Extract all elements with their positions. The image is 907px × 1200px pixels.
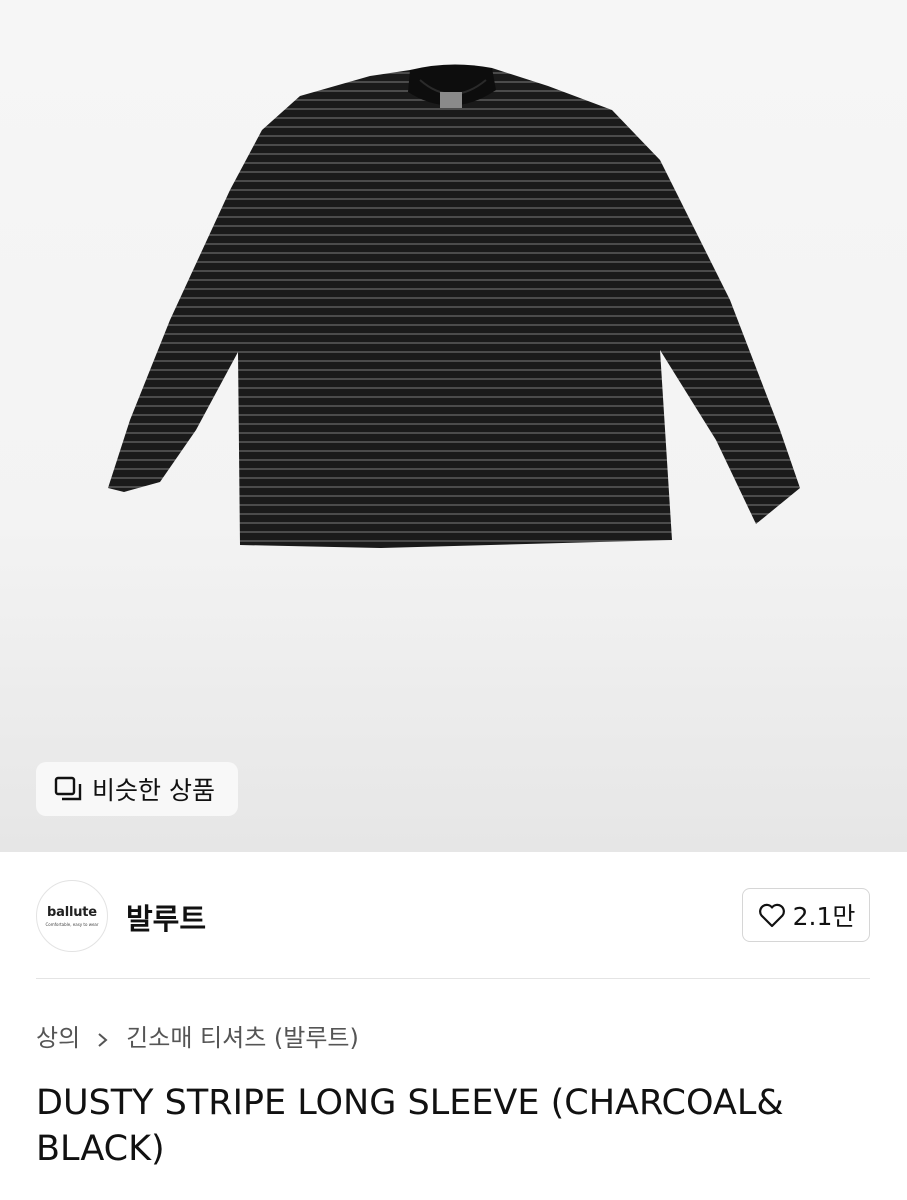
brand-logo-tagline: Comfortable, easy to wear (45, 922, 99, 927)
similar-items-button[interactable]: 비슷한 상품 (36, 762, 238, 816)
product-image-area[interactable] (0, 0, 907, 852)
breadcrumb-category[interactable]: 상의 (36, 1018, 80, 1053)
like-count: 2.1만 (792, 902, 856, 931)
chevron-right-icon (96, 1027, 110, 1047)
brand-row: ballute Comfortable, easy to wear 발루트 2.… (0, 852, 907, 978)
brand-logo-name: ballute (47, 905, 97, 920)
brand-name[interactable]: 발루트 (126, 896, 206, 938)
shirt-body (108, 68, 800, 548)
breadcrumb: 상의 긴소매 티셔츠 (발루트) (36, 1018, 359, 1053)
divider (36, 978, 870, 979)
breadcrumb-subcategory[interactable]: 긴소매 티셔츠 (발루트) (126, 1018, 359, 1053)
shirt-label (440, 92, 462, 108)
product-title: DUSTY STRIPE LONG SLEEVE (CHARCOAL& BLAC… (36, 1083, 784, 1169)
heart-icon (757, 901, 787, 929)
similar-items-label: 비슷한 상품 (92, 776, 215, 805)
brand-avatar[interactable]: ballute Comfortable, easy to wear (36, 880, 108, 952)
product-image (108, 64, 800, 548)
like-button[interactable]: 2.1만 (742, 888, 870, 942)
similar-items-icon (54, 775, 84, 803)
